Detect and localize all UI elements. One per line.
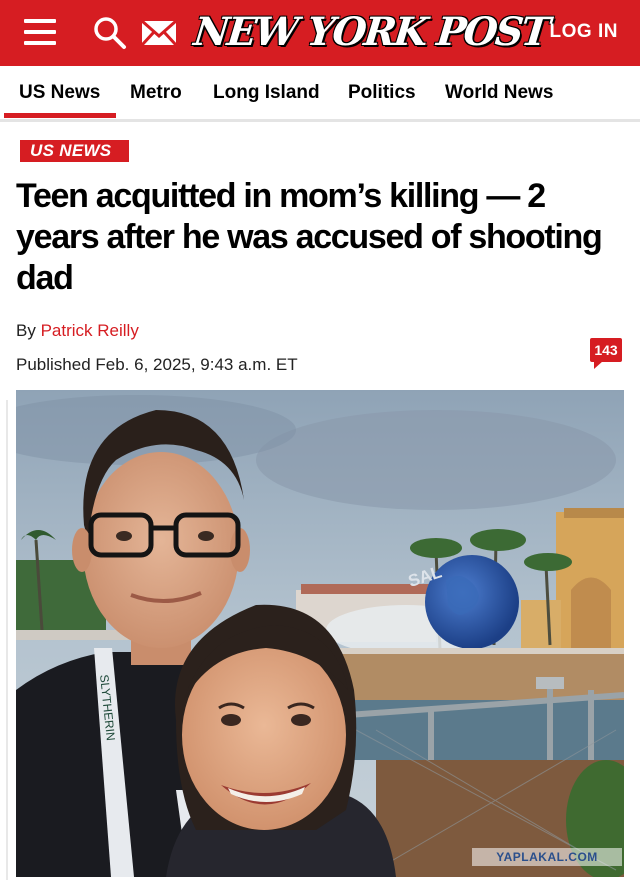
nav-item-world-news[interactable]: World News xyxy=(445,82,553,104)
watermark: YAPLAKAL.COM xyxy=(472,848,622,866)
active-tab-indicator xyxy=(4,113,116,118)
byline: By Patrick Reilly xyxy=(16,321,139,341)
nav-item-metro[interactable]: Metro xyxy=(130,82,182,104)
top-header: NEW YORK POST LOG IN xyxy=(0,0,640,66)
menu-icon[interactable] xyxy=(24,19,56,45)
article-headline: Teen acquitted in mom’s killing — 2 year… xyxy=(16,177,603,297)
nav-item-long-island[interactable]: Long Island xyxy=(213,82,320,104)
comment-count-badge[interactable]: 143 xyxy=(590,338,622,369)
author-link[interactable]: Patrick Reilly xyxy=(41,321,139,340)
site-logo[interactable]: NEW YORK POST xyxy=(191,5,551,59)
byline-prefix: By xyxy=(16,321,36,340)
login-button[interactable]: LOG IN xyxy=(550,21,618,43)
article-photo: SAL SLYTHERIN xyxy=(16,390,624,877)
section-nav: US News Metro Long Island Politics World… xyxy=(0,66,640,122)
nav-item-politics[interactable]: Politics xyxy=(348,82,416,104)
nav-item-us-news[interactable]: US News xyxy=(19,82,100,104)
section-kicker[interactable]: US NEWS xyxy=(20,140,129,162)
search-icon[interactable] xyxy=(92,15,128,51)
left-divider xyxy=(6,400,8,880)
mail-icon[interactable] xyxy=(140,18,178,48)
published-date: Published Feb. 6, 2025, 9:43 a.m. ET xyxy=(16,355,298,374)
